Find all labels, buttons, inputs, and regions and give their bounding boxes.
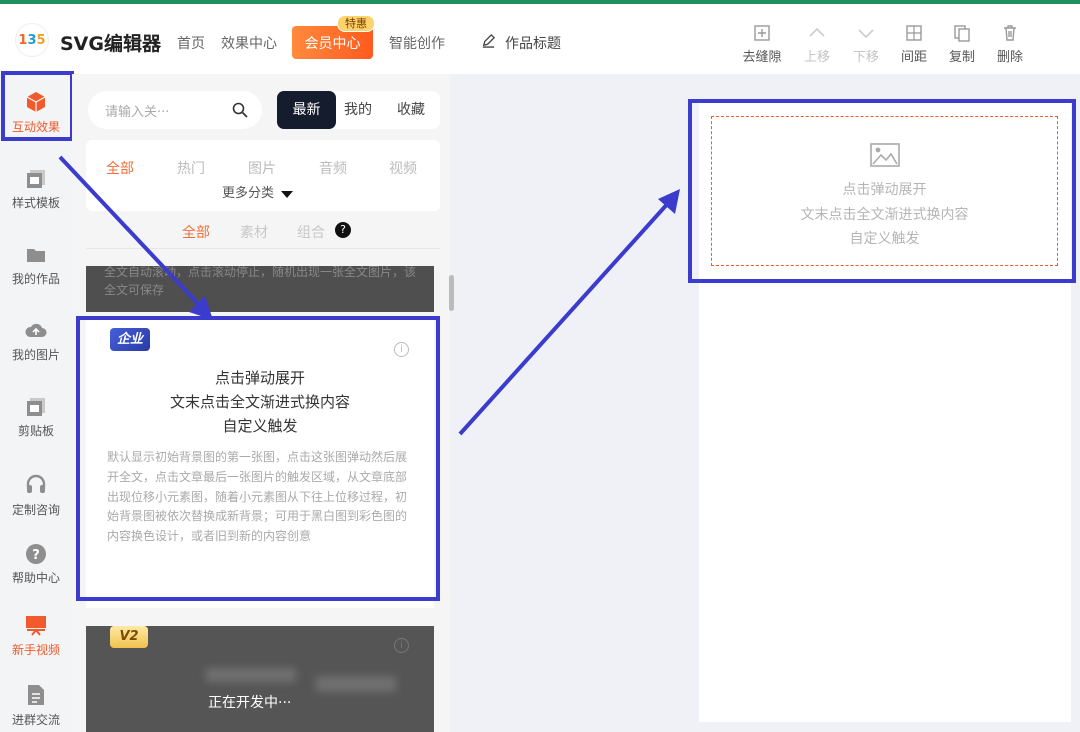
pencil-icon[interactable]: [481, 33, 496, 48]
canvas-highlight-box: [688, 99, 1076, 283]
category-all[interactable]: 全部: [106, 158, 134, 178]
sidebar-item-label: 我的图片: [11, 348, 60, 362]
card-highlight-box: [76, 316, 440, 601]
more-categories-label: 更多分类: [222, 186, 275, 201]
tool-move-down[interactable]: 下移: [843, 24, 889, 65]
subtab-combo[interactable]: 组合: [297, 222, 325, 242]
tool-label: 去缝隙: [742, 50, 782, 65]
tab-latest[interactable]: 最新: [277, 91, 336, 129]
tool-copy[interactable]: 复制: [939, 24, 985, 65]
sidebar-item-tutorial-videos[interactable]: 新手视频: [0, 613, 72, 658]
search-placeholder: 请输入关···: [105, 105, 170, 120]
category-filter: 全部 热门 图片 音频 视频 更多分类: [86, 140, 440, 211]
tool-spacing[interactable]: 间距: [891, 24, 937, 65]
more-categories-toggle[interactable]: 更多分类: [222, 182, 294, 201]
tool-label: 删除: [996, 50, 1023, 65]
list-filter-tabs: 最新 我的 收藏: [277, 91, 440, 129]
effect-card-partial[interactable]: 全文自动滚动，点击滚动停止，随机出现一张全文图片，该全文可保存: [86, 266, 434, 312]
sidebar-item-label: 我的作品: [11, 272, 60, 286]
left-sidebar: 互动效果 样式模板 我的作品 我的图片 剪贴板 定制咨询 ? 帮助中心 新手视频…: [0, 74, 72, 732]
sidebar-item-label: 新手视频: [11, 643, 60, 657]
svg-text:?: ?: [32, 548, 40, 563]
sidebar-item-custom-consult[interactable]: 定制咨询: [0, 473, 72, 518]
headset-icon: [26, 474, 46, 493]
sidebar-item-label: 定制咨询: [11, 503, 60, 517]
video-icon: [26, 616, 46, 636]
doc-icon: [28, 685, 44, 705]
loading-text: 正在开发中···: [208, 695, 292, 711]
chevron-down-icon: [858, 29, 874, 39]
subtab-material[interactable]: 素材: [240, 222, 268, 242]
trash-icon: [1004, 25, 1016, 41]
sidebar-item-join-group[interactable]: 进群交流: [0, 683, 72, 728]
sidebar-item-label: 进群交流: [11, 713, 60, 727]
template-icon: [27, 170, 45, 188]
tool-remove-gap[interactable]: 去缝隙: [739, 24, 785, 65]
chevron-up-icon: [809, 27, 825, 37]
tool-label: 下移: [852, 50, 879, 65]
sidebar-item-label: 帮助中心: [11, 571, 60, 585]
tool-move-up[interactable]: 上移: [794, 24, 840, 65]
category-hot[interactable]: 热门: [177, 158, 205, 178]
tool-label: 上移: [803, 50, 830, 65]
effect-card-v2[interactable]: V2 i 正在开发中···: [86, 626, 434, 732]
help-icon: ?: [26, 544, 46, 564]
category-images[interactable]: 图片: [248, 158, 276, 178]
folder-icon: [27, 249, 45, 262]
tab-favorites[interactable]: 收藏: [386, 91, 436, 129]
tab-mine[interactable]: 我的: [336, 91, 380, 129]
vip-discount-badge: 特惠: [337, 15, 375, 32]
search-input[interactable]: 请输入关···: [88, 91, 262, 129]
subtype-tabs: 全部 素材 组合 ?: [86, 213, 440, 249]
cloud-upload-icon: [25, 323, 47, 337]
sidebar-highlight-box: [1, 71, 74, 141]
tool-delete[interactable]: 删除: [987, 24, 1033, 65]
subtab-all[interactable]: 全部: [182, 222, 210, 242]
sidebar-item-clipboard[interactable]: 剪贴板: [0, 396, 72, 439]
tool-label: 复制: [948, 50, 975, 65]
sidebar-item-my-works[interactable]: 我的作品: [0, 244, 72, 287]
clipboard-icon: [27, 398, 45, 416]
nav-ai-creation[interactable]: 智能创作: [389, 33, 445, 53]
nav-home[interactable]: 首页: [177, 33, 205, 53]
spacing-icon: [906, 25, 922, 41]
app-title: SVG编辑器: [60, 33, 161, 55]
search-icon[interactable]: [232, 102, 248, 118]
nav-effects-center[interactable]: 效果中心: [221, 33, 277, 53]
top-bar: 135 SVG编辑器 首页 效果中心 会员中心 特惠 智能创作 作品标题 去缝隙…: [0, 0, 1080, 74]
blurred-text: [316, 676, 396, 692]
sidebar-item-label: 样式模板: [11, 196, 60, 210]
sidebar-item-my-images[interactable]: 我的图片: [0, 320, 72, 363]
card-text: 全文自动滚动，点击滚动停止，随机出现一张全文图片，该全文可保存: [104, 266, 417, 297]
panel-scrollbar[interactable]: [449, 275, 454, 311]
plus-square-icon: [754, 25, 770, 41]
caret-down-icon: [281, 190, 294, 198]
tool-label: 间距: [900, 50, 927, 65]
blurred-text: [206, 668, 296, 682]
v2-tag: V2: [110, 626, 148, 648]
category-video[interactable]: 视频: [389, 158, 417, 178]
info-icon[interactable]: i: [394, 638, 409, 653]
sidebar-item-style-templates[interactable]: 样式模板: [0, 168, 72, 211]
work-title-field[interactable]: 作品标题: [505, 33, 561, 53]
sidebar-item-help-center[interactable]: ? 帮助中心: [0, 543, 72, 586]
arrow-card-to-canvas: [458, 189, 680, 436]
sidebar-item-label: 剪贴板: [17, 424, 54, 438]
help-icon[interactable]: ?: [335, 222, 351, 238]
category-audio[interactable]: 音频: [319, 158, 347, 178]
app-logo[interactable]: 135: [16, 24, 48, 56]
copy-icon: [954, 25, 970, 42]
